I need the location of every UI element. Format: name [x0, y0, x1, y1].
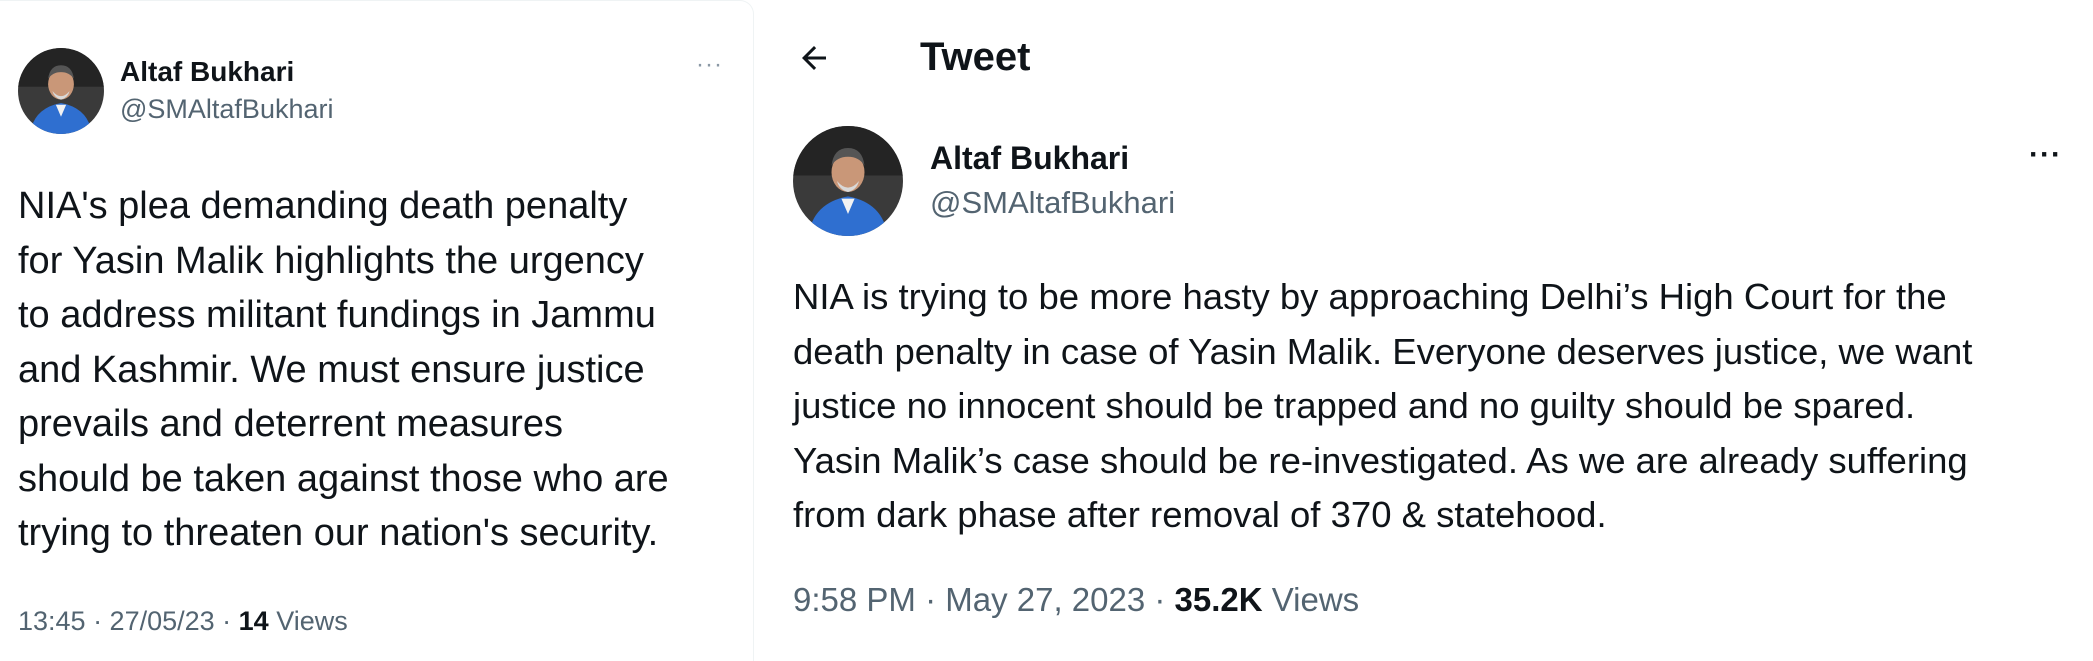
views-label: Views	[1262, 581, 1360, 618]
author-handle[interactable]: @SMAltafBukhari	[120, 94, 333, 125]
tweet-timestamp[interactable]: 13:45 · 27/05/23 ·	[18, 606, 239, 636]
tweet-meta: 13:45 · 27/05/23 · 14 Views	[18, 606, 348, 637]
more-horizontal-icon[interactable]: ···	[696, 51, 723, 79]
more-horizontal-icon[interactable]: ···	[2029, 138, 2062, 172]
tweet-text: NIA's plea demanding death penalty for Y…	[18, 185, 669, 554]
tweet-text: NIA is trying to be more hasty by approa…	[793, 276, 1973, 535]
views-count: 35.2K	[1174, 581, 1263, 618]
back-arrow-icon[interactable]	[796, 40, 832, 76]
author-avatar[interactable]	[18, 48, 104, 134]
author-name[interactable]: Altaf Bukhari	[930, 140, 1129, 177]
tweet-detail-page: Tweet Altaf Bukhari @SMAltafBukhari ··· …	[756, 0, 2093, 661]
tweet-card-left: Altaf Bukhari @SMAltafBukhari ··· NIA's …	[0, 0, 754, 661]
avatar-image	[793, 126, 903, 236]
author-avatar[interactable]	[793, 126, 903, 236]
author-handle[interactable]: @SMAltafBukhari	[930, 185, 1175, 221]
page-title: Tweet	[920, 35, 1031, 79]
author-name[interactable]: Altaf Bukhari	[120, 56, 294, 88]
avatar-image	[18, 48, 104, 134]
tweet-timestamp[interactable]: 9:58 PM · May 27, 2023 ·	[793, 581, 1175, 618]
tweet-meta: 9:58 PM · May 27, 2023 · 35.2K Views	[793, 581, 1359, 619]
views-label: Views	[268, 606, 348, 636]
views-count: 14	[238, 606, 269, 636]
